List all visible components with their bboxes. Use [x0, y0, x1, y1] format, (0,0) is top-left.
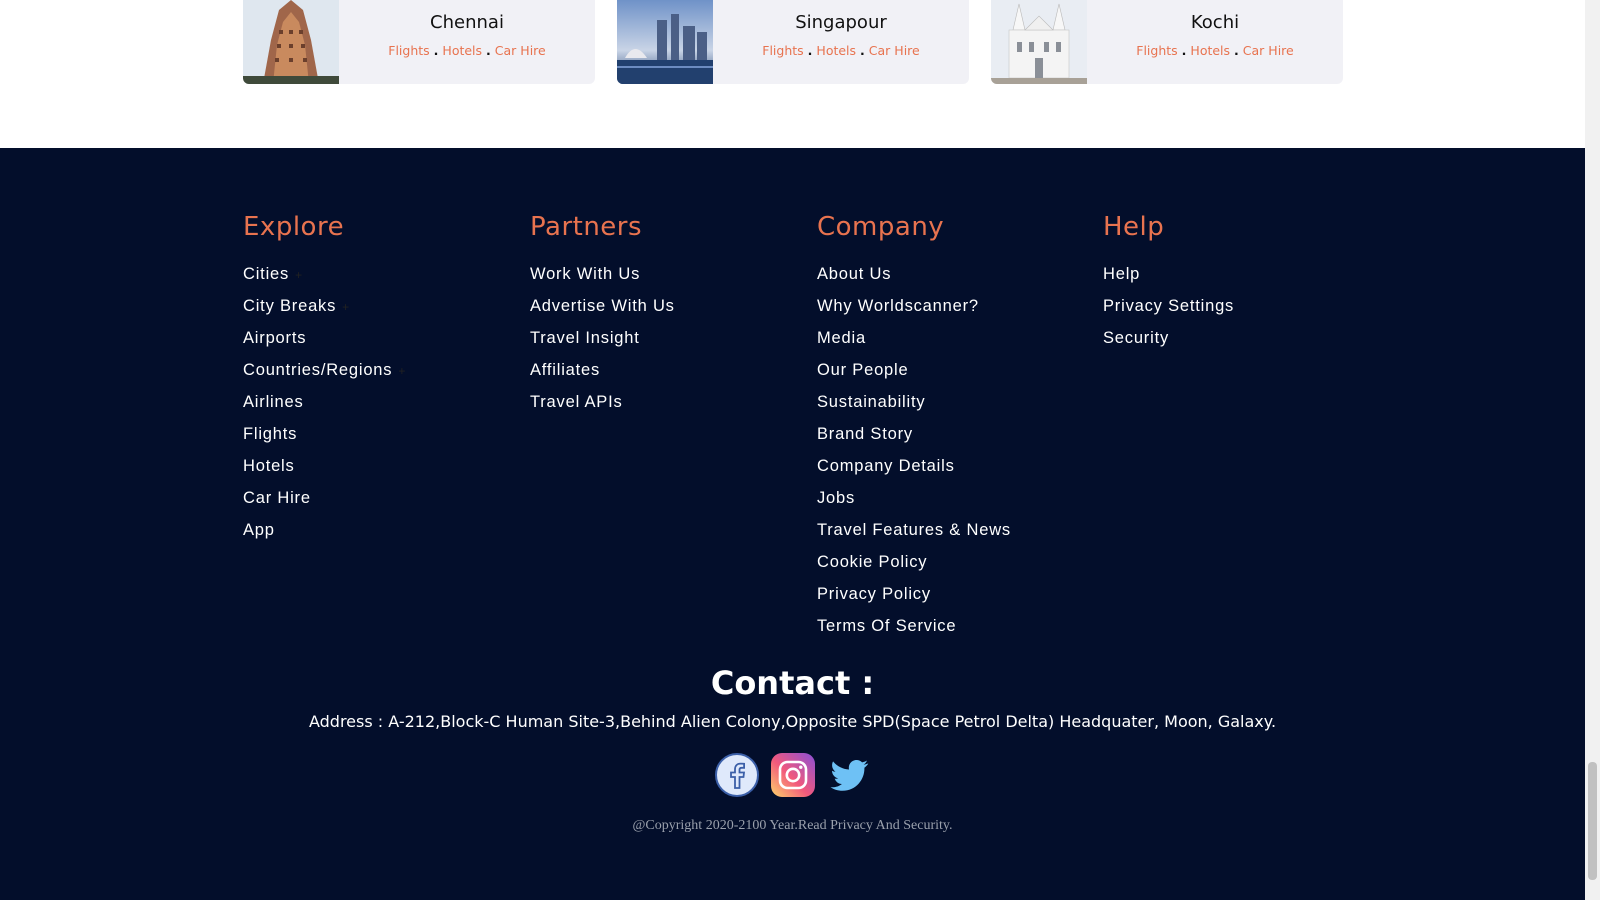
card-city-name: Kochi	[1190, 12, 1240, 33]
footer-link-help[interactable]: Help	[1103, 264, 1234, 296]
footer-link-brand-story[interactable]: Brand Story	[817, 424, 1011, 456]
card-links: Flights. Hotels. Car Hire	[388, 43, 546, 58]
company-links: About Us Why Worldscanner? Media Our Peo…	[817, 264, 1011, 648]
partners-links: Work With Us Advertise With Us Travel In…	[530, 264, 675, 424]
footer-link-cities[interactable]: Cities +	[243, 264, 406, 296]
kochi-church-image	[991, 0, 1087, 84]
card-car-hire-link[interactable]: Car Hire	[869, 43, 920, 58]
footer-column-partners: Partners Work With Us Advertise With Us …	[530, 212, 675, 424]
footer-link-city-breaks[interactable]: City Breaks +	[243, 296, 406, 328]
card-flights-link[interactable]: Flights	[762, 43, 803, 58]
footer-link-security[interactable]: Security	[1103, 328, 1234, 360]
help-links: Help Privacy Settings Security	[1103, 264, 1234, 360]
card-links: Flights. Hotels. Car Hire	[1136, 43, 1294, 58]
footer-link-flights[interactable]: Flights	[243, 424, 406, 456]
contact-heading: Contact :	[710, 664, 875, 702]
footer-link-airlines[interactable]: Airlines	[243, 392, 406, 424]
contact-address: Address : A-212,Block-C Human Site-3,Beh…	[308, 712, 1277, 731]
footer-link-media[interactable]: Media	[817, 328, 1011, 360]
card-flights-link[interactable]: Flights	[1136, 43, 1177, 58]
destination-card-singapour[interactable]: Singapour Flights. Hotels. Car Hire	[617, 0, 969, 84]
footer-link-travel-features-news[interactable]: Travel Features & News	[817, 520, 1011, 552]
twitter-icon[interactable]	[826, 752, 872, 798]
footer-link-countries-regions[interactable]: Countries/Regions +	[243, 360, 406, 392]
card-links: Flights. Hotels. Car Hire	[762, 43, 920, 58]
destination-card-kochi[interactable]: Kochi Flights. Hotels. Car Hire	[991, 0, 1343, 84]
site-footer: Explore Cities + City Breaks + Airports Co…	[0, 148, 1585, 900]
footer-link-jobs[interactable]: Jobs	[817, 488, 1011, 520]
footer-heading-help: Help	[1103, 212, 1165, 242]
chennai-temple-image	[243, 0, 339, 84]
footer-heading-explore: Explore	[243, 212, 345, 242]
card-car-hire-link[interactable]: Car Hire	[1243, 43, 1294, 58]
page-scrollbar[interactable]	[1585, 0, 1600, 900]
card-flights-link[interactable]: Flights	[388, 43, 429, 58]
footer-link-app[interactable]: App	[243, 520, 406, 552]
card-city-name: Chennai	[430, 12, 504, 33]
footer-link-why-worldscanner[interactable]: Why Worldscanner?	[817, 296, 1011, 328]
footer-column-company: Company About Us Why Worldscanner? Media…	[817, 212, 1011, 648]
footer-link-sustainability[interactable]: Sustainability	[817, 392, 1011, 424]
expand-plus-icon[interactable]: +	[295, 268, 303, 282]
footer-link-company-details[interactable]: Company Details	[817, 456, 1011, 488]
footer-link-car-hire[interactable]: Car Hire	[243, 488, 406, 520]
footer-link-terms-of-service[interactable]: Terms Of Service	[817, 616, 1011, 648]
footer-heading-partners: Partners	[530, 212, 643, 242]
destination-cards: Chennai Flights. Hotels. Car Hire Singapou…	[243, 0, 1343, 148]
singapore-skyline-image	[617, 0, 713, 84]
footer-link-cookie-policy[interactable]: Cookie Policy	[817, 552, 1011, 584]
instagram-icon[interactable]	[770, 752, 816, 798]
card-car-hire-link[interactable]: Car Hire	[495, 43, 546, 58]
card-hotels-link[interactable]: Hotels	[442, 43, 482, 58]
footer-link-travel-apis[interactable]: Travel APIs	[530, 392, 675, 424]
footer-link-advertise-with-us[interactable]: Advertise With Us	[530, 296, 675, 328]
footer-link-work-with-us[interactable]: Work With Us	[530, 264, 675, 296]
footer-link-hotels[interactable]: Hotels	[243, 456, 406, 488]
facebook-icon[interactable]	[714, 752, 760, 798]
expand-plus-icon[interactable]: +	[398, 364, 406, 378]
destination-card-chennai[interactable]: Chennai Flights. Hotels. Car Hire	[243, 0, 595, 84]
social-links	[0, 752, 1585, 798]
card-hotels-link[interactable]: Hotels	[816, 43, 856, 58]
footer-link-travel-insight[interactable]: Travel Insight	[530, 328, 675, 360]
footer-link-affiliates[interactable]: Affiliates	[530, 360, 675, 392]
expand-plus-icon[interactable]: +	[342, 300, 350, 314]
scrollbar-thumb[interactable]	[1588, 762, 1597, 880]
footer-column-help: Help Help Privacy Settings Security	[1103, 212, 1234, 360]
footer-link-about-us[interactable]: About Us	[817, 264, 1011, 296]
footer-column-explore: Explore Cities + City Breaks + Airports Co…	[243, 212, 406, 552]
footer-link-airports[interactable]: Airports	[243, 328, 406, 360]
explore-links: Cities + City Breaks + Airports Countries/…	[243, 264, 406, 552]
card-city-name: Singapour	[795, 12, 887, 33]
footer-link-privacy-settings[interactable]: Privacy Settings	[1103, 296, 1234, 328]
footer-link-our-people[interactable]: Our People	[817, 360, 1011, 392]
copyright-text: @Copyright 2020-2100 Year.Read Privacy A…	[632, 818, 953, 833]
footer-link-privacy-policy[interactable]: Privacy Policy	[817, 584, 1011, 616]
footer-heading-company: Company	[817, 212, 945, 242]
card-hotels-link[interactable]: Hotels	[1190, 43, 1230, 58]
